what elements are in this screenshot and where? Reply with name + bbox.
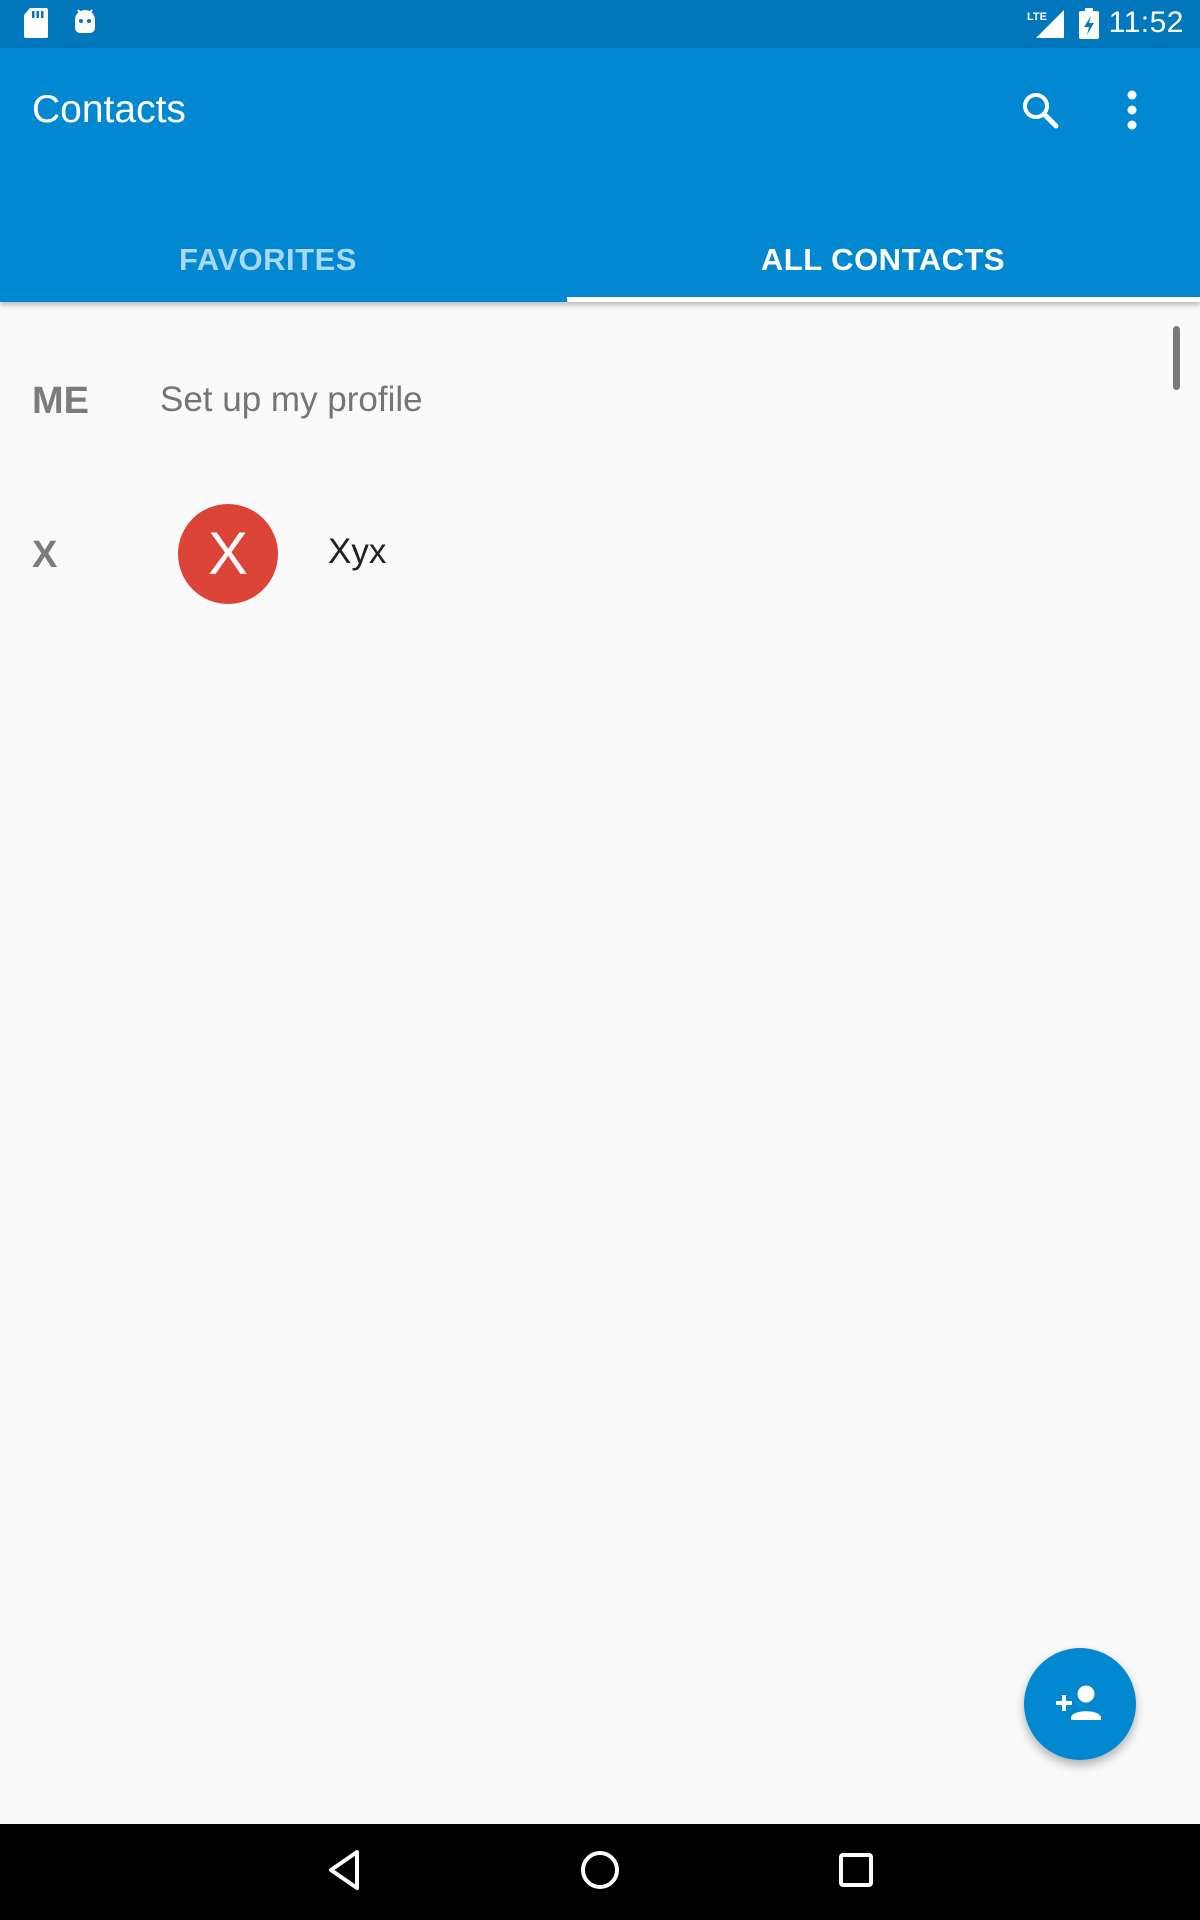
sd-card-icon xyxy=(24,8,48,43)
home-icon[interactable] xyxy=(578,1844,622,1901)
tab-favorites[interactable]: FAVORITES xyxy=(0,218,568,302)
add-contact-button[interactable] xyxy=(1024,1648,1136,1760)
section-letter-x: X xyxy=(32,534,58,576)
contact-name: Xyx xyxy=(328,532,387,571)
battery-charging-icon xyxy=(1078,8,1100,45)
network-label: LTE xyxy=(1027,11,1047,23)
more-vert-icon[interactable] xyxy=(1120,90,1144,135)
scrollbar[interactable] xyxy=(1173,326,1180,390)
tab-all-contacts[interactable]: ALL CONTACTS xyxy=(583,218,1183,302)
status-time: 11:52 xyxy=(1108,6,1184,39)
android-debug-icon xyxy=(72,8,98,41)
back-icon[interactable] xyxy=(324,1844,364,1901)
setup-profile-item[interactable]: Set up my profile xyxy=(160,380,423,420)
page-title: Contacts xyxy=(32,88,186,131)
app-bar: Contacts FAVORITES ALL CONTACTS xyxy=(0,48,1200,302)
status-bar: LTE 11:52 xyxy=(0,0,1200,48)
section-letter-me: ME xyxy=(32,380,89,422)
search-icon[interactable] xyxy=(1020,90,1060,135)
tab-indicator xyxy=(567,297,1200,302)
recents-icon[interactable] xyxy=(836,1844,876,1901)
avatar: X xyxy=(178,504,278,604)
lte-signal-icon: LTE xyxy=(1026,8,1066,45)
system-nav-bar xyxy=(0,1824,1200,1920)
